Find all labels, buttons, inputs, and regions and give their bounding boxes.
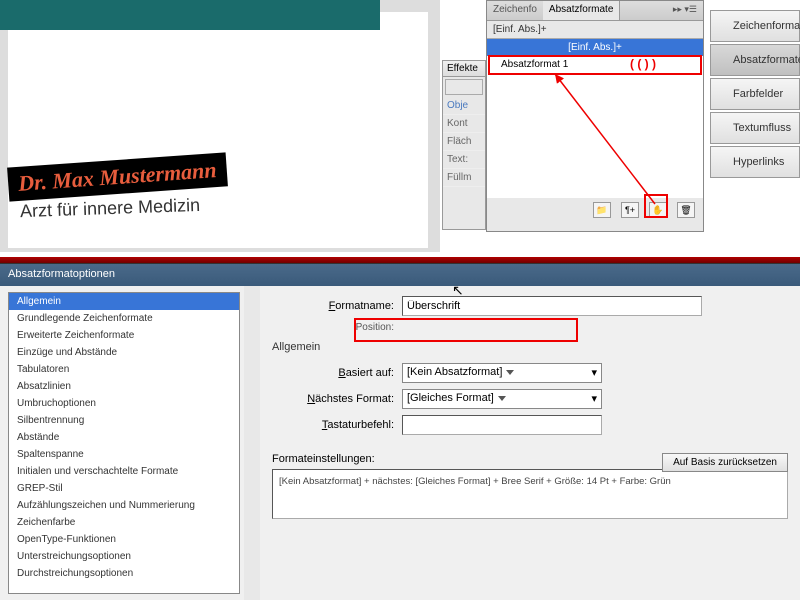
cat-adv-char[interactable]: Erweiterte Zeichenformate: [9, 327, 239, 344]
naechstes-label: Nächstes Format:: [272, 393, 402, 405]
hand-cursor-icon[interactable]: ✋: [649, 202, 667, 218]
basiert-select[interactable]: [Kein Absatzformat]: [402, 363, 602, 383]
position-label: Position:: [272, 322, 402, 333]
cat-grep[interactable]: GREP-Stil: [9, 480, 239, 497]
cat-tabs[interactable]: Tabulatoren: [9, 361, 239, 378]
dock-character-styles[interactable]: Zeichenformate: [710, 10, 800, 42]
category-scrollbar[interactable]: [244, 286, 260, 600]
new-style-icon[interactable]: ¶+: [621, 202, 639, 218]
cat-allgemein[interactable]: Allgemein: [9, 293, 239, 310]
style-item-basic[interactable]: [Einf. Abs.]+: [487, 39, 703, 56]
cat-underline[interactable]: Unterstreichungsoptionen: [9, 548, 239, 565]
effects-panel: Effekte Obje Kont Fläch Text: Füllm: [442, 60, 486, 230]
cat-rules[interactable]: Absatzlinien: [9, 378, 239, 395]
effects-row-text[interactable]: Text:: [443, 151, 485, 169]
formatname-input[interactable]: [402, 296, 702, 316]
styles-list: [Einf. Abs.]+ Absatzformat 1: [487, 38, 703, 198]
panel-menu-icon[interactable]: ▸▸ ▾☰: [667, 1, 703, 20]
tab-character-styles[interactable]: Zeichenfo: [487, 1, 543, 20]
effects-row-fill[interactable]: Fläch: [443, 133, 485, 151]
tab-paragraph-styles[interactable]: Absatzformate: [543, 1, 620, 20]
folder-icon[interactable]: 📁: [593, 202, 611, 218]
cat-opentype[interactable]: OpenType-Funktionen: [9, 531, 239, 548]
cursor-icon: ↖: [452, 282, 464, 299]
dialog-title: Absatzformatoptionen: [0, 264, 800, 286]
dock-hyperlinks[interactable]: Hyperlinks: [710, 146, 800, 178]
paragraph-style-options-dialog: Absatzformatoptionen Allgemein Grundlege…: [0, 264, 800, 600]
dock-text-wrap[interactable]: Textumfluss: [710, 112, 800, 144]
paragraph-styles-panel: Zeichenfo Absatzformate ▸▸ ▾☰ [Einf. Abs…: [486, 0, 704, 232]
styles-current: [Einf. Abs.]+: [487, 21, 703, 38]
effects-tab[interactable]: Effekte: [443, 61, 485, 77]
effects-row-fillmethod[interactable]: Füllm: [443, 169, 485, 187]
cat-hyphen[interactable]: Silbentrennung: [9, 412, 239, 429]
effects-input[interactable]: [445, 79, 483, 95]
reset-button[interactable]: Auf Basis zurücksetzen: [662, 453, 788, 472]
cat-span[interactable]: Spaltenspanne: [9, 446, 239, 463]
category-list: Allgemein Grundlegende Zeichenformate Er…: [8, 292, 240, 594]
cat-basic-char[interactable]: Grundlegende Zeichenformate: [9, 310, 239, 327]
basiert-label: Basiert auf:: [272, 367, 402, 379]
annotation-parens: ( ( ) ): [630, 57, 656, 71]
settings-label: Formateinstellungen:: [272, 453, 375, 465]
effects-row-contour[interactable]: Kont: [443, 115, 485, 133]
form-area: Formatname: Position: Allgemein Basiert …: [260, 286, 800, 600]
cat-keep[interactable]: Umbruchoptionen: [9, 395, 239, 412]
naechstes-select[interactable]: [Gleiches Format]: [402, 389, 602, 409]
tastatur-label: Tastaturbefehl:: [272, 419, 402, 431]
right-dock: Zeichenformate Absatzformate Farbfelder …: [710, 10, 800, 180]
tastatur-input[interactable]: [402, 415, 602, 435]
document-canvas[interactable]: Dr. Max Mustermann Arzt für innere Mediz…: [0, 0, 440, 252]
formatname-label: Formatname:: [272, 300, 402, 312]
effects-row-object[interactable]: Obje: [443, 97, 485, 115]
cat-indents[interactable]: Einzüge und Abstände: [9, 344, 239, 361]
cat-charcolor[interactable]: Zeichenfarbe: [9, 514, 239, 531]
dock-paragraph-styles[interactable]: Absatzformate: [710, 44, 800, 76]
cat-strike[interactable]: Durchstreichungsoptionen: [9, 565, 239, 582]
divider-bar: [0, 256, 800, 264]
trash-icon[interactable]: 🗑: [677, 202, 695, 218]
style-item-absatzformat1[interactable]: Absatzformat 1: [487, 56, 703, 73]
cat-drop[interactable]: Initialen und verschachtelte Formate: [9, 463, 239, 480]
settings-summary: [Kein Absatzformat] + nächstes: [Gleiche…: [272, 469, 788, 519]
cat-bullets[interactable]: Aufzählungszeichen und Nummerierung: [9, 497, 239, 514]
section-allgemein: Allgemein: [272, 341, 788, 353]
cat-justify[interactable]: Abstände: [9, 429, 239, 446]
dock-swatches[interactable]: Farbfelder: [710, 78, 800, 110]
